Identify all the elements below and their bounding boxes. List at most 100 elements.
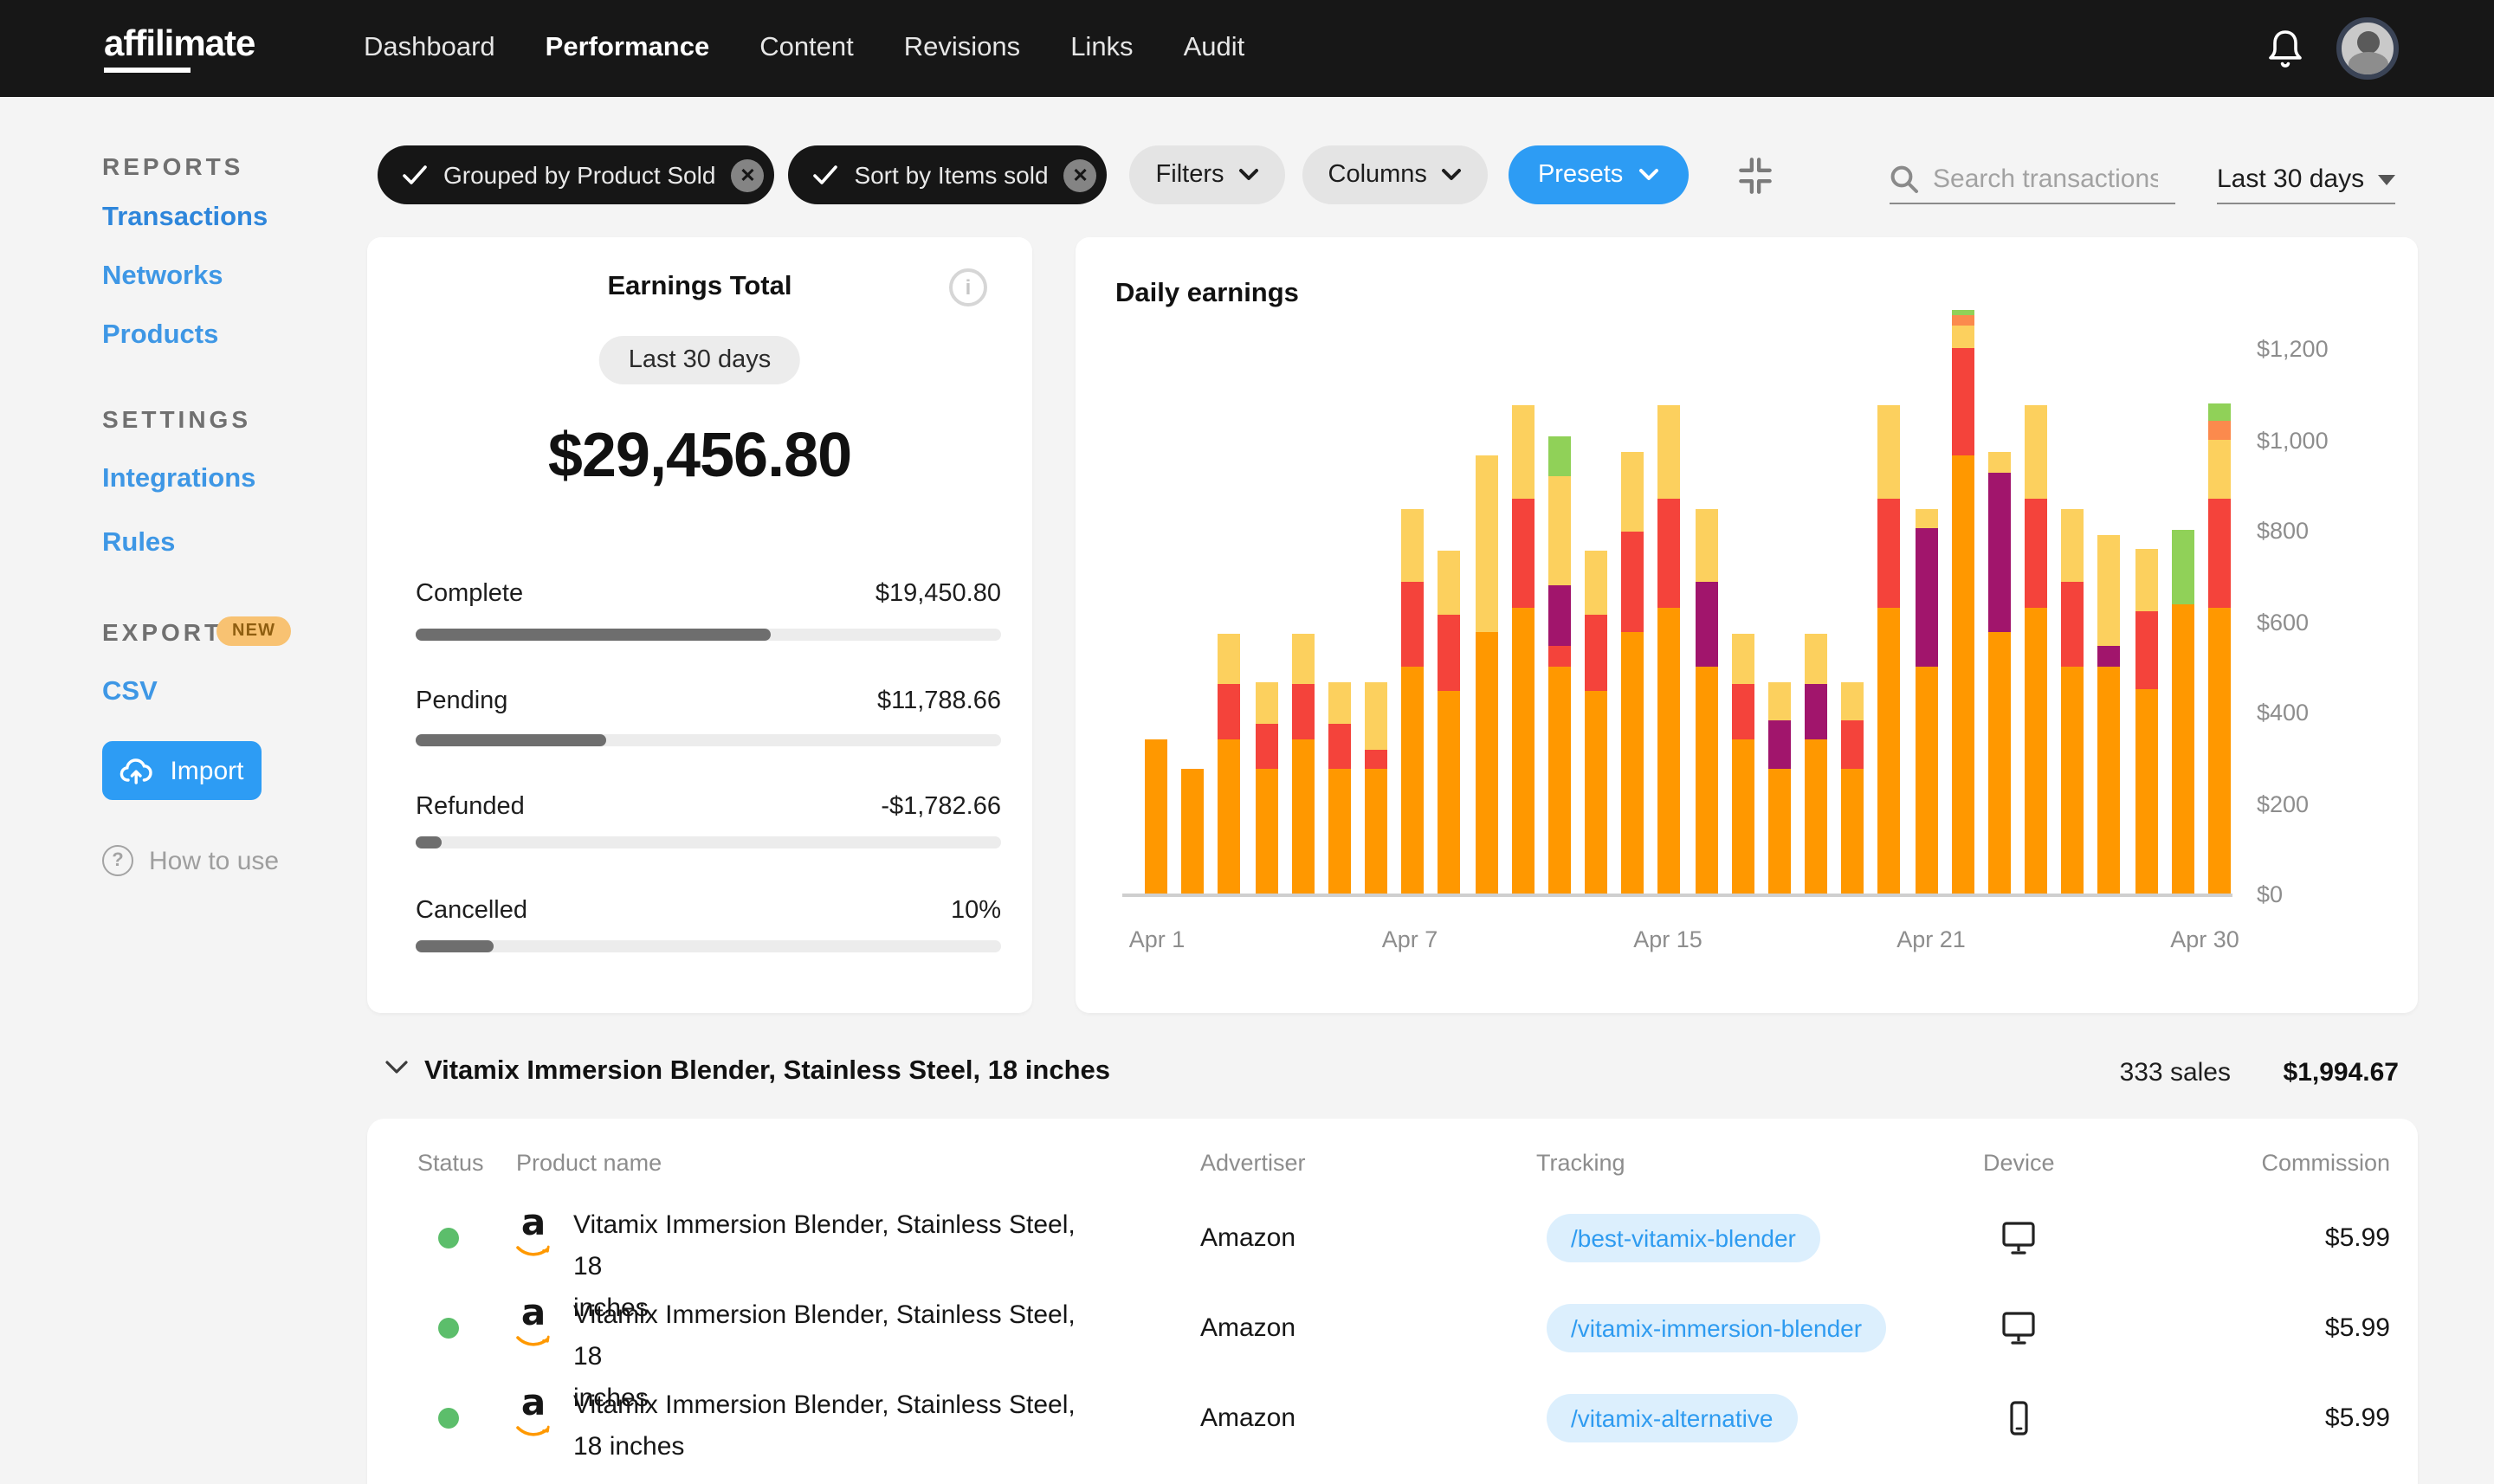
x-tick-label: Apr 1 (1128, 926, 1186, 952)
bar-segment-red (2207, 498, 2231, 608)
bar-apr-8[interactable] (1401, 509, 1425, 894)
columns-dropdown[interactable]: Columns (1302, 145, 1488, 204)
bar-apr-6[interactable] (1328, 681, 1351, 894)
y-tick-label: $1,200 (2257, 336, 2329, 362)
bar-apr-17[interactable] (1731, 634, 1754, 894)
stat-value-complete: $19,450.80 (875, 580, 1001, 608)
bar-segment-orange (2207, 607, 2231, 894)
compress-icon[interactable] (1732, 152, 1779, 198)
table-row[interactable]: a Vitamix Immersion Blender, Stainless S… (367, 1283, 2418, 1413)
sidebar-item-products[interactable]: Products (102, 320, 218, 352)
tracking-link[interactable]: /best-vitamix-blender (1547, 1214, 1820, 1262)
earnings-total-card: Earnings Total i Last 30 days $29,456.80… (367, 237, 1032, 1013)
filters-dropdown[interactable]: Filters (1129, 145, 1285, 204)
x-tick-label: Apr 15 (1633, 926, 1703, 952)
nav-audit[interactable]: Audit (1184, 33, 1245, 64)
nav-revisions[interactable]: Revisions (904, 33, 1020, 64)
bar-segment-green (1951, 309, 1974, 316)
bar-apr-18[interactable] (1767, 681, 1791, 894)
bar-apr-12[interactable] (1547, 436, 1571, 894)
filter-chip-grouped-by[interactable]: Grouped by Product Sold ✕ (378, 145, 775, 204)
bar-segment-red (1218, 684, 1241, 739)
bar-apr-21[interactable] (1877, 404, 1901, 894)
bar-segment-red (2135, 611, 2158, 689)
bar-apr-7[interactable] (1365, 681, 1388, 894)
chip-label: Sort by Items sold (854, 161, 1049, 189)
bar-apr-24[interactable] (1987, 452, 2011, 894)
import-button[interactable]: Import (102, 741, 262, 800)
stat-label-complete: Complete (416, 580, 524, 608)
bar-apr-28[interactable] (2135, 548, 2158, 894)
bar-apr-1[interactable] (1145, 739, 1167, 894)
bar-apr-10[interactable] (1475, 455, 1498, 894)
info-icon[interactable]: i (949, 268, 987, 306)
bar-apr-22[interactable] (1915, 509, 1938, 894)
bar-apr-23[interactable] (1951, 309, 1974, 894)
bar-apr-30[interactable] (2207, 403, 2231, 894)
progress-cancelled (416, 940, 1001, 952)
bar-apr-16[interactable] (1695, 509, 1718, 894)
bar-apr-26[interactable] (2061, 509, 2084, 894)
bar-segment-orange (1145, 739, 1167, 894)
bar-apr-5[interactable] (1291, 634, 1315, 894)
toolbar: Grouped by Product Sold ✕ Sort by Items … (378, 145, 1779, 204)
bar-apr-2[interactable] (1181, 768, 1205, 894)
filter-chip-sort-by[interactable]: Sort by Items sold ✕ (788, 145, 1108, 204)
date-range-select[interactable]: Last 30 days (2217, 156, 2395, 204)
bar-apr-20[interactable] (1841, 681, 1864, 894)
earnings-title: Earnings Total (607, 272, 792, 301)
remove-icon[interactable]: ✕ (731, 158, 765, 191)
bar-apr-11[interactable] (1511, 404, 1535, 894)
bar-apr-19[interactable] (1805, 634, 1828, 894)
bar-apr-29[interactable] (2171, 530, 2194, 894)
bar-segment-orange (2025, 607, 2048, 894)
chevron-down-icon[interactable] (384, 1060, 409, 1075)
nav-links[interactable]: Links (1070, 33, 1133, 64)
bar-apr-9[interactable] (1438, 550, 1461, 894)
presets-dropdown[interactable]: Presets (1508, 145, 1690, 204)
bar-apr-3[interactable] (1218, 634, 1241, 894)
sidebar-item-integrations[interactable]: Integrations (102, 464, 255, 495)
table-row[interactable]: a Vitamix Immersion Blender, Stainless S… (367, 1373, 2418, 1463)
search-box (1890, 156, 2175, 204)
product-group-amount: $1,994.67 (2283, 1057, 2399, 1087)
bar-segment-red (1585, 614, 1608, 692)
how-to-use-link[interactable]: ? How to use (102, 845, 279, 876)
remove-icon[interactable]: ✕ (1063, 158, 1097, 191)
logo[interactable]: affilimate (104, 24, 255, 73)
tracking-link[interactable]: /vitamix-immersion-blender (1547, 1304, 1887, 1352)
bar-segment-yellow (1365, 681, 1388, 751)
nav-content[interactable]: Content (759, 33, 854, 64)
earnings-period-pill[interactable]: Last 30 days (598, 336, 801, 384)
sidebar-item-transactions[interactable]: Transactions (102, 203, 268, 234)
commission-cell: $5.99 (2324, 1403, 2390, 1433)
bar-apr-15[interactable] (1657, 404, 1681, 894)
bar-apr-14[interactable] (1621, 452, 1644, 894)
table-row[interactable]: a Vitamix Immersion Blender, Stainless S… (367, 1193, 2418, 1323)
sidebar-item-networks[interactable]: Networks (102, 261, 223, 293)
bar-apr-4[interactable] (1255, 681, 1278, 894)
bar-apr-27[interactable] (2097, 534, 2121, 894)
bar-segment-red (1365, 750, 1388, 769)
product-group-row[interactable]: Vitamix Immersion Blender, Stainless Ste… (367, 1025, 2418, 1119)
chip-label: Grouped by Product Sold (443, 161, 716, 189)
bar-segment-yellow (1731, 634, 1754, 685)
bar-apr-25[interactable] (2025, 404, 2048, 894)
bar-apr-13[interactable] (1585, 550, 1608, 894)
nav-performance[interactable]: Performance (546, 33, 710, 64)
bar-segment-red (1547, 645, 1571, 667)
avatar[interactable] (2336, 17, 2399, 80)
search-input[interactable] (1933, 165, 2158, 194)
progress-pending (416, 734, 1001, 746)
bar-segment-orange (1401, 666, 1425, 894)
stacked-bar-chart[interactable] (1145, 237, 2231, 894)
sidebar-item-rules[interactable]: Rules (102, 528, 175, 559)
bell-icon[interactable] (2265, 28, 2305, 80)
status-dot (438, 1228, 459, 1248)
tracking-link[interactable]: /vitamix-alternative (1547, 1394, 1798, 1442)
bar-segment-yellow (1987, 452, 2011, 474)
earnings-total-amount: $29,456.80 (547, 419, 852, 490)
bar-segment-orange (1475, 632, 1498, 894)
nav-dashboard[interactable]: Dashboard (364, 33, 495, 64)
sidebar-item-csv[interactable]: CSV (102, 677, 158, 708)
